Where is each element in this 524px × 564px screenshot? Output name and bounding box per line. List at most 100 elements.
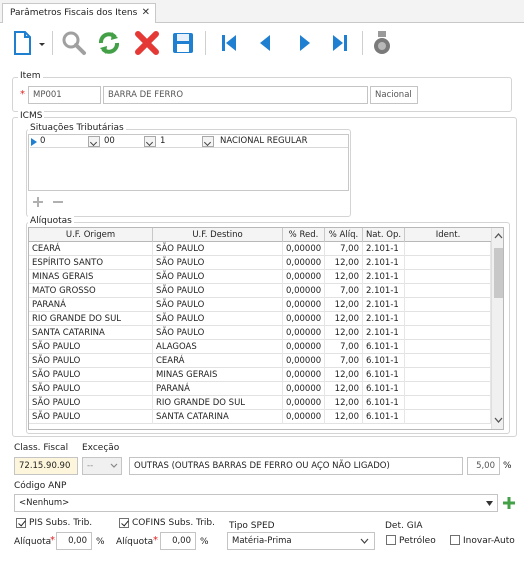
sped-combo[interactable]: Matéria-Prima [227,532,375,550]
chevron-down-icon[interactable] [486,501,493,506]
tab-label: Parâmetros Fiscais dos Itens [10,8,138,18]
cell-nat-op: 2.101-1 [363,284,405,298]
cell-aliq: 12,00 [325,326,363,340]
header-uf-destino[interactable]: U.F. Destino [153,228,283,242]
dropdown-arrow-icon[interactable] [36,29,48,57]
cell-uf-destino: SÃO PAULO [153,242,283,256]
exception-combo[interactable]: -- [82,457,122,475]
chevron-down-icon[interactable] [360,538,369,544]
cell-aliq: 7,00 [325,242,363,256]
cell-aliq: 12,00 [325,382,363,396]
add-anp-icon[interactable] [502,496,516,510]
cell-uf-destino: SÃO PAULO [153,312,283,326]
cell-aliq: 12,00 [325,410,363,424]
cell-aliq: 12,00 [325,312,363,326]
table-row[interactable]: SÃO PAULO MINAS GERAIS 0,00000 12,00 6.101-1 [29,368,491,382]
header-nat-op[interactable]: Nat. Op. [363,228,405,242]
cell-red: 0,00000 [283,354,325,368]
pis-checkbox[interactable] [16,518,26,528]
table-row[interactable]: SANTA CATARINA SÃO PAULO 0,00000 12,00 2.101… [29,326,491,340]
situation-col3[interactable]: 1 [158,135,208,148]
pis-percent-unit: % [96,537,105,547]
cell-uf-origem: PARANÁ [29,298,153,312]
table-row[interactable]: SÃO PAULO SANTA CATARINA 0,00000 12,00 6.101… [29,410,491,424]
chevron-down-icon[interactable] [88,136,100,147]
table-row[interactable]: SÃO PAULO PARANÁ 0,00000 12,00 6.101-1 [29,382,491,396]
cell-uf-origem: SÃO PAULO [29,354,153,368]
delete-icon[interactable] [133,29,161,57]
new-document-icon[interactable] [8,29,36,57]
cell-uf-origem: SÃO PAULO [29,340,153,354]
table-row[interactable]: PARANÁ SÃO PAULO 0,00000 12,00 2.101-1 [29,298,491,312]
table-row[interactable]: MINAS GERAIS SÃO PAULO 0,00000 12,00 2.101-1 [29,270,491,284]
cell-aliq: 7,00 [325,340,363,354]
toolbar [0,23,524,63]
cell-uf-origem: ESPÍRITO SANTO [29,256,153,270]
table-row[interactable]: RIO GRANDE DO SUL SÃO PAULO 0,00000 12,00 2.… [29,312,491,326]
table-row[interactable]: SÃO PAULO CEARÁ 0,00000 7,00 6.101-1 [29,354,491,368]
class-fiscal-field[interactable]: 72.15.90.90 [14,457,78,475]
table-row[interactable]: CEARÁ SÃO PAULO 0,00000 7,00 2.101-1 [29,242,491,256]
cell-ident [405,410,491,424]
situation-row[interactable]: 0 00 1 NACIONAL REGULAR [30,135,348,148]
table-row[interactable]: ESPÍRITO SANTO SÃO PAULO 0,00000 12,00 2.101… [29,256,491,270]
header-aliq[interactable]: % Alíq. [325,228,363,242]
pis-aliquota-field[interactable]: 0,00 [56,532,92,550]
header-red[interactable]: % Red. [283,228,325,242]
chevron-down-icon[interactable] [144,136,156,147]
scroll-up-icon[interactable] [494,232,503,240]
first-record-icon[interactable] [215,29,243,57]
cell-aliq: 12,00 [325,396,363,410]
header-uf-origem[interactable]: U.F. Origem [29,228,153,242]
header-ident[interactable]: Ident. [405,228,491,242]
cell-uf-destino: PARANÁ [153,382,283,396]
remove-icon[interactable] [52,196,64,208]
cell-aliq: 7,00 [325,354,363,368]
item-origin-field[interactable]: Nacional [370,86,418,104]
petroleo-checkbox[interactable] [386,535,396,545]
cell-nat-op: 2.101-1 [363,270,405,284]
table-row[interactable]: SÃO PAULO RIO GRANDE DO SUL 0,00000 12,00 6.… [29,396,491,410]
cell-uf-destino: SÃO PAULO [153,270,283,284]
report-icon[interactable] [368,29,396,57]
scroll-thumb[interactable] [494,248,503,298]
cell-nat-op: 2.101-1 [363,326,405,340]
cell-ident [405,340,491,354]
last-record-icon[interactable] [326,29,354,57]
search-icon[interactable] [60,29,88,57]
sped-value: Matéria-Prima [232,536,292,546]
sped-label: Tipo SPED [229,521,275,531]
ipi-percent-field[interactable]: 5,00 [467,457,500,475]
chevron-down-icon[interactable] [110,463,118,469]
item-code-field[interactable]: MP001 [28,86,101,104]
anp-combo[interactable]: <Nenhum> [14,494,498,512]
cell-uf-destino: SÃO PAULO [153,256,283,270]
item-description-field[interactable]: BARRA DE FERRO [103,86,368,104]
required-marker: * [50,535,55,546]
previous-record-icon[interactable] [252,29,280,57]
save-icon[interactable] [169,29,197,57]
cofins-aliquota-field[interactable]: 0,00 [160,532,196,550]
table-row[interactable]: MATO GROSSO SÃO PAULO 0,00000 7,00 2.101-1 [29,284,491,298]
cell-red: 0,00000 [283,298,325,312]
next-record-icon[interactable] [290,29,318,57]
tab-parametros-fiscais[interactable]: Parâmetros Fiscais dos Itens ✕ [2,3,156,24]
inovar-auto-checkbox[interactable] [450,535,460,545]
class-description-field[interactable]: OUTRAS (OUTRAS BARRAS DE FERRO OU AÇO NÃ… [129,457,463,475]
cell-ident [405,242,491,256]
cofins-label: COFINS Subs. Trib. [132,518,215,528]
table-row[interactable]: SÃO PAULO ALAGOAS 0,00000 7,00 6.101-1 [29,340,491,354]
chevron-down-icon[interactable] [202,136,214,147]
cell-uf-origem: MINAS GERAIS [29,270,153,284]
cell-uf-destino: ALAGOAS [153,340,283,354]
add-icon[interactable] [32,196,44,208]
cell-aliq: 7,00 [325,284,363,298]
close-icon[interactable]: ✕ [142,7,150,18]
cofins-checkbox[interactable] [119,518,129,528]
cell-ident [405,270,491,284]
vertical-scrollbar[interactable] [491,228,503,429]
refresh-icon[interactable] [95,29,123,57]
scroll-down-icon[interactable] [494,416,503,424]
situation-col4: NACIONAL REGULAR [220,136,308,146]
cell-nat-op: 6.101-1 [363,410,405,424]
